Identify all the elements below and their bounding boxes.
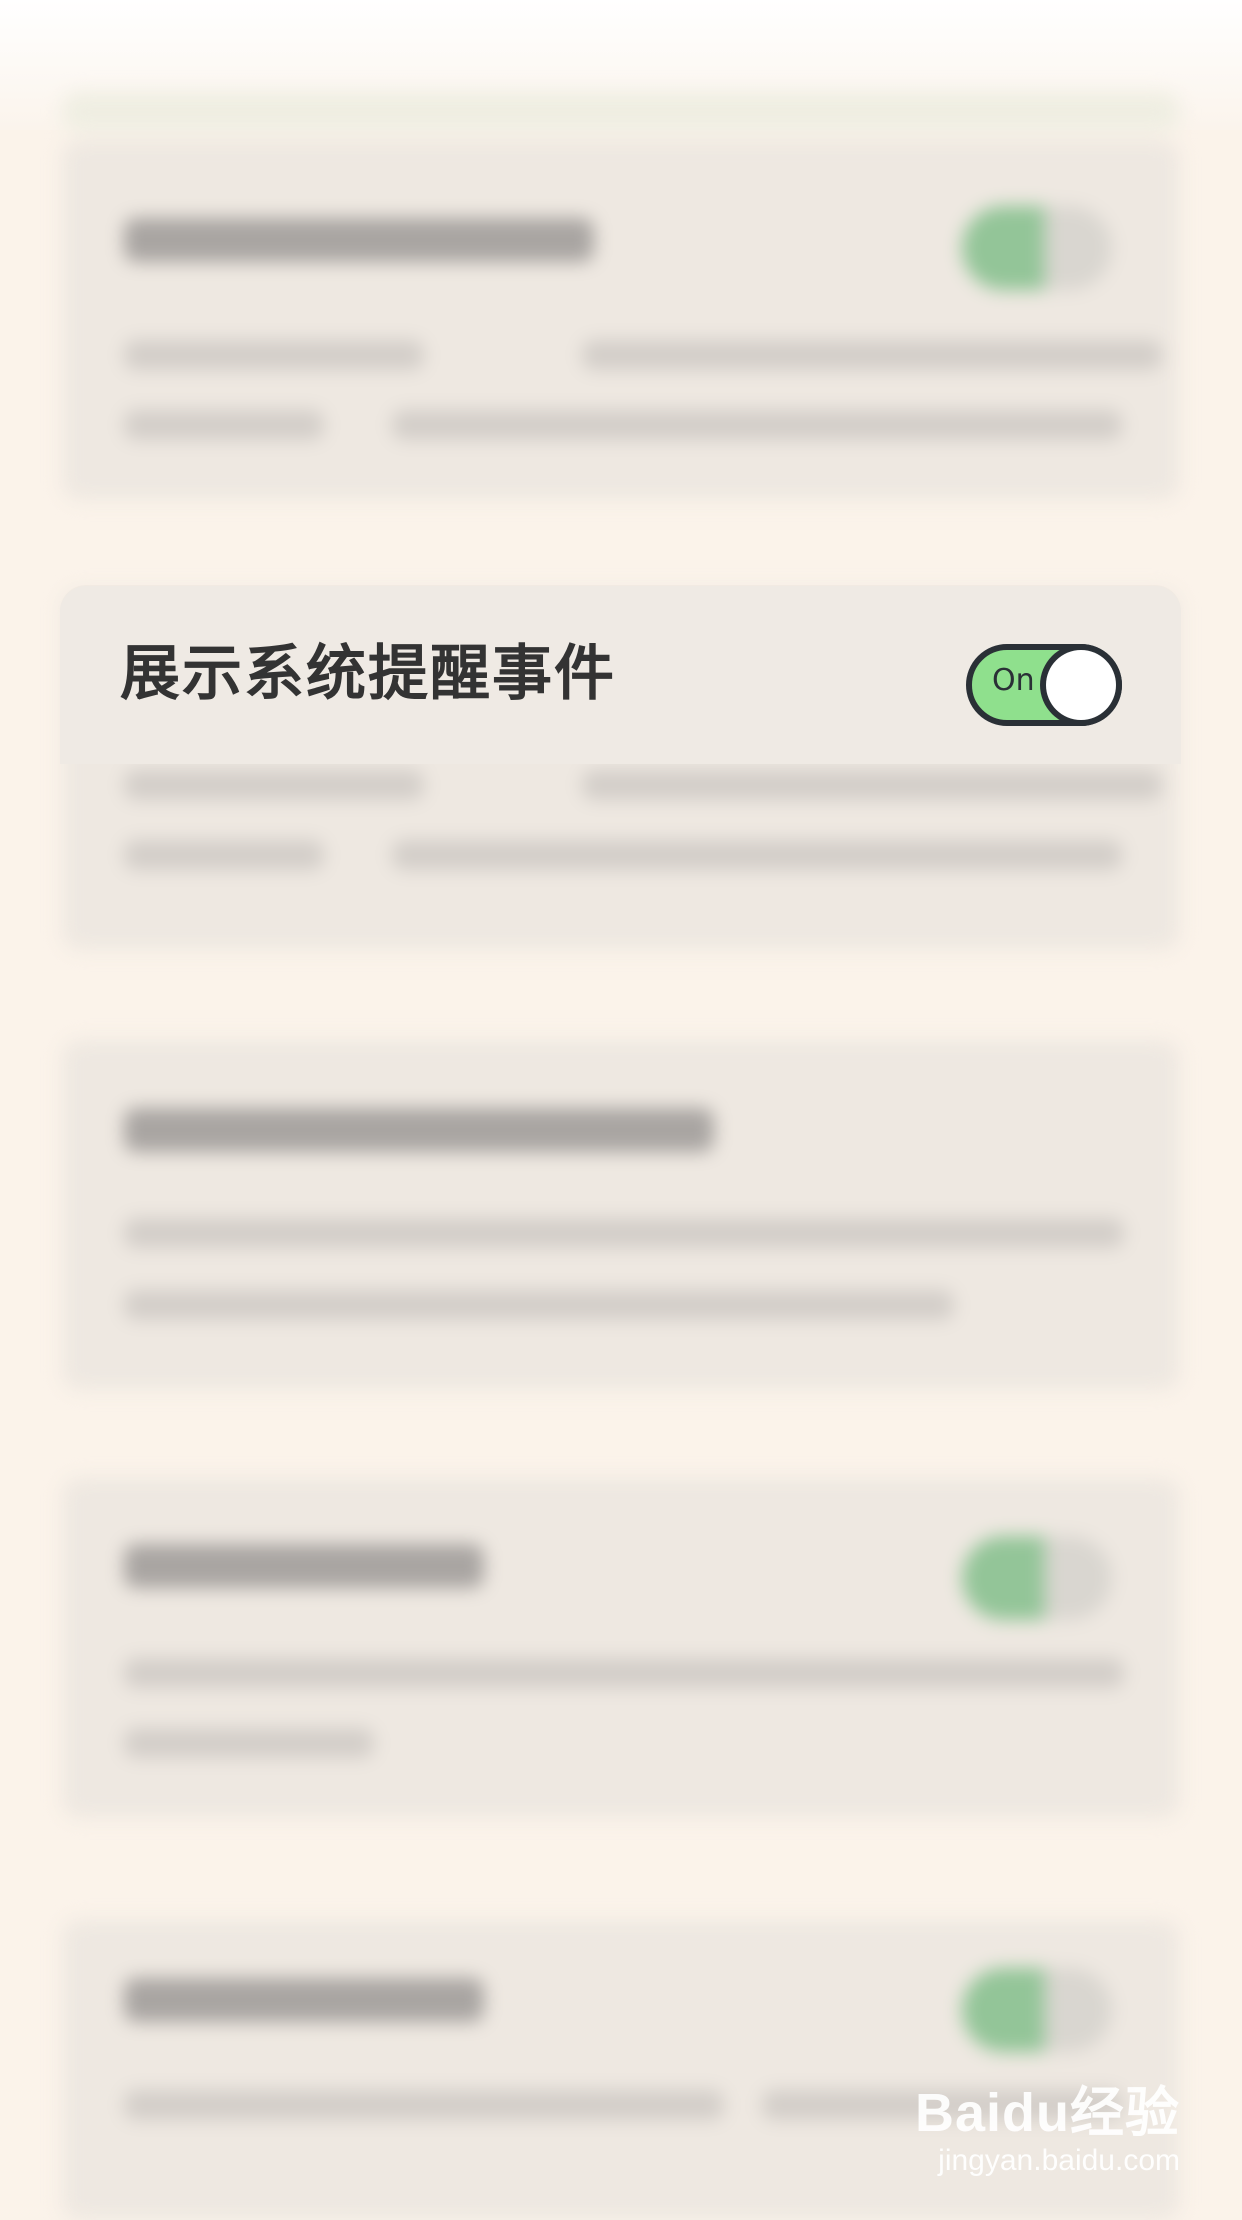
blurred-line (582, 340, 1162, 370)
blurred-line (124, 770, 424, 800)
toggle-knob (1046, 650, 1116, 720)
blurred-title (124, 218, 594, 262)
blurred-toggle (962, 1536, 1112, 1620)
blurred-card-1 (62, 140, 1180, 500)
blurred-line (124, 840, 324, 870)
baidu-jingyan-watermark: Baidu经验 jingyan.baidu.com (915, 2086, 1180, 2176)
blurred-line (124, 1290, 954, 1320)
blurred-line (124, 1218, 1124, 1248)
setting-title: 展示系统提醒事件 (120, 639, 616, 709)
blurred-line (124, 340, 424, 370)
blurred-title (124, 1544, 484, 1588)
blurred-line (124, 2090, 724, 2120)
blurred-title (124, 1108, 714, 1152)
blurred-background (0, 0, 1242, 2220)
blurred-line (392, 840, 1122, 870)
blurred-card-4 (62, 1478, 1180, 1818)
toggle-state-label: On (992, 663, 1035, 698)
system-reminder-setting-row: 展示系统提醒事件 On (60, 586, 1181, 764)
blurred-header-strip (62, 92, 1180, 132)
blurred-card-3 (62, 1040, 1180, 1390)
blurred-toggle (962, 206, 1112, 290)
blurred-line (392, 410, 1122, 440)
blurred-line (124, 410, 324, 440)
show-system-reminders-toggle[interactable]: On (966, 644, 1122, 726)
blurred-title (124, 1978, 484, 2022)
watermark-logo: Baidu经验 (914, 2083, 1180, 2143)
blurred-line (124, 1658, 1124, 1688)
blurred-line (124, 1728, 374, 1758)
blurred-toggle (962, 1968, 1112, 2052)
blurred-line (582, 770, 1162, 800)
watermark-url: jingyan.baidu.com (938, 2144, 1180, 2177)
